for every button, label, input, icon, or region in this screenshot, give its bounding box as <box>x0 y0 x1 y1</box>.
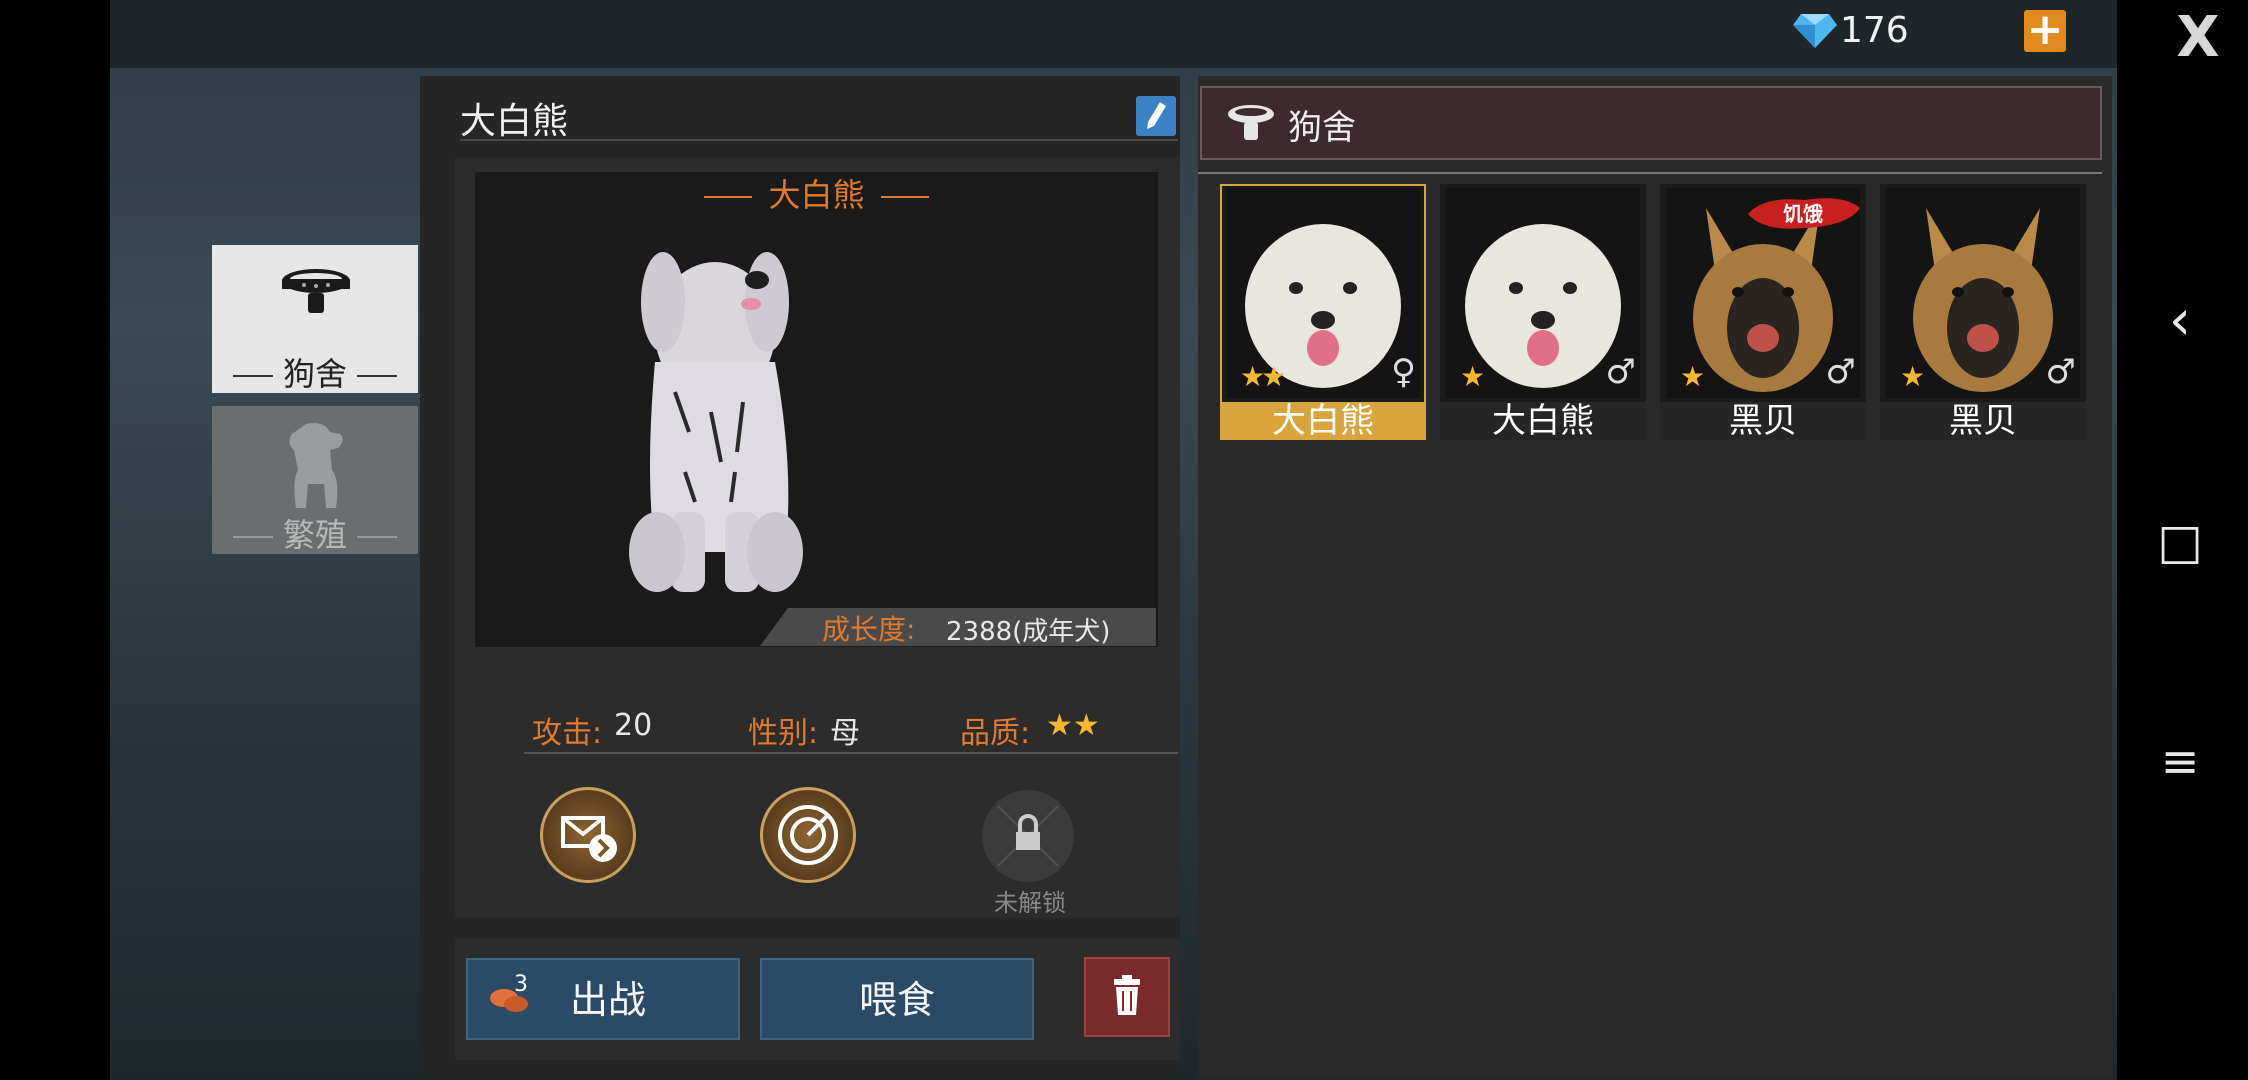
kennel-title: 狗舍 <box>1288 108 1356 148</box>
feed-button[interactable]: 喂食 <box>760 958 1034 1040</box>
close-button[interactable]: X <box>2170 8 2226 68</box>
home-nav-button[interactable]: □ <box>2150 514 2210 570</box>
growth-value: 2388(成年犬) <box>946 617 1111 647</box>
menu-nav-button[interactable]: ≡ <box>2150 734 2210 788</box>
add-currency-button[interactable]: + <box>2024 8 2066 52</box>
growth-label: 成长度: <box>822 613 916 646</box>
dog-name: 黑贝 <box>1660 402 1866 440</box>
dog-card[interactable]: ★ ♂ 大白熊 <box>1440 184 1646 440</box>
food-count: 3 <box>514 972 528 997</box>
send-out-button[interactable] <box>540 787 636 883</box>
rename-button[interactable] <box>1136 96 1176 136</box>
deploy-button[interactable]: 3 出战 <box>466 958 740 1040</box>
pencil-icon <box>1147 102 1166 129</box>
radar-button[interactable] <box>760 787 856 883</box>
trash-icon <box>1114 975 1140 1015</box>
tab-kennel-label: 狗舍 <box>212 349 418 393</box>
quality-stars: ★★ <box>1046 708 1100 743</box>
lock-icon <box>997 805 1059 867</box>
back-nav-button[interactable]: ‹ <box>2150 288 2210 353</box>
divider <box>1198 172 2102 174</box>
pet-3d-view <box>475 172 1158 647</box>
dog-model <box>629 252 803 592</box>
tab-kennel[interactable]: 狗舍 <box>212 245 418 393</box>
mail-send-icon <box>561 816 617 862</box>
radar-icon <box>778 805 838 865</box>
dog-stars: ★ <box>1460 360 1485 393</box>
puppy-icon <box>289 423 343 508</box>
male-icon: ♂ <box>1825 352 1856 392</box>
dog-card[interactable]: ★★ ♀ 大白熊 <box>1220 184 1426 440</box>
divider <box>524 752 1178 754</box>
tab-breeding-label: 繁殖 <box>212 510 418 554</box>
female-icon: ♀ <box>1391 352 1416 392</box>
dog-collar-icon <box>1228 105 1274 140</box>
divider <box>460 139 1178 141</box>
attack-label: 攻击: <box>532 716 603 751</box>
dog-collar-icon <box>282 269 350 313</box>
tab-breeding[interactable]: 繁殖 <box>212 406 418 554</box>
male-icon: ♂ <box>2045 352 2076 392</box>
dog-name: 大白熊 <box>1440 402 1646 440</box>
gender-value: 母 <box>830 716 860 751</box>
diamond-count: 176 <box>1840 10 1909 51</box>
attack-value: 20 <box>614 708 653 743</box>
pet-name-title: 大白熊 <box>460 101 569 142</box>
male-icon: ♂ <box>1605 352 1636 392</box>
dog-stars: ★★ <box>1240 360 1286 393</box>
dog-stars: ★ <box>1900 360 1925 393</box>
dog-stars: ★ <box>1680 360 1705 393</box>
pet-display-name: 大白熊 <box>475 170 1158 216</box>
dog-card[interactable]: 饥饿 ★ ♂ 黑贝 <box>1660 184 1866 440</box>
diamond-icon <box>1793 14 1837 48</box>
gender-label: 性别: <box>748 716 819 751</box>
dog-name: 大白熊 <box>1220 402 1426 440</box>
dog-card[interactable]: ★ ♂ 黑贝 <box>1880 184 2086 440</box>
dog-name: 黑贝 <box>1880 402 2086 440</box>
quality-label: 品质: <box>960 716 1031 751</box>
deploy-label: 出战 <box>569 978 646 1022</box>
locked-label: 未解锁 <box>994 889 1066 917</box>
release-button[interactable] <box>1084 957 1170 1037</box>
hungry-badge: 饥饿 <box>1744 192 1862 234</box>
locked-skill-slot <box>982 790 1074 882</box>
